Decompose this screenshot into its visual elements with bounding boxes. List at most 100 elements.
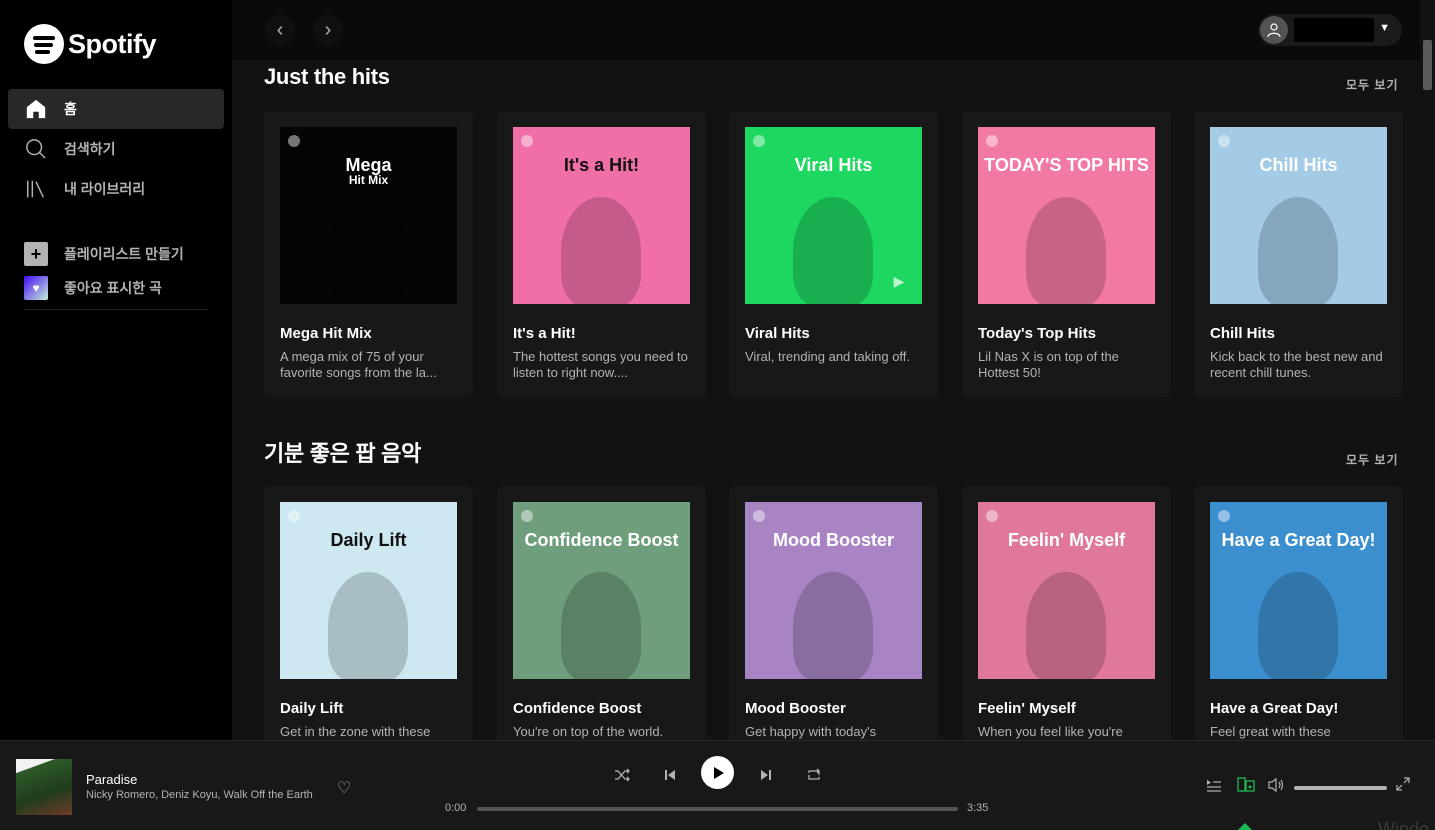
shuffle-button[interactable]: [610, 763, 634, 787]
spotify-badge-icon: [986, 135, 998, 147]
playlist-cover[interactable]: It's a Hit!: [513, 127, 690, 304]
playlist-card[interactable]: It's a Hit! It's a Hit! The hottest songs …: [497, 111, 706, 397]
user-menu-button[interactable]: ▼: [1258, 14, 1402, 46]
caret-down-icon: ▼: [1379, 22, 1390, 34]
connect-device-button[interactable]: [1237, 777, 1255, 796]
like-heart-icon[interactable]: ♡: [337, 778, 351, 798]
card-description: The hottest songs you need to listen to …: [513, 349, 688, 380]
card-title[interactable]: Today's Top Hits: [978, 325, 1096, 342]
progress-bar[interactable]: [477, 807, 958, 811]
card-title[interactable]: It's a Hit!: [513, 325, 576, 342]
album-art[interactable]: [16, 759, 72, 815]
volume-icon: [1268, 777, 1284, 793]
logo-text: Spotify: [68, 28, 157, 59]
playlist-cover[interactable]: Mood Booster: [745, 502, 922, 679]
sidebar-item-label: 홈: [64, 101, 77, 117]
see-all-link[interactable]: 모두 보기: [1346, 76, 1399, 93]
chevron-left-icon: ‹: [276, 18, 284, 41]
playlist-cover[interactable]: TODAY'S TOP HITS: [978, 127, 1155, 304]
card-play-button[interactable]: ▶: [879, 261, 919, 301]
see-all-link[interactable]: 모두 보기: [1346, 451, 1399, 468]
shuffle-icon: [615, 768, 630, 782]
cover-title: Confidence Boost: [524, 530, 679, 550]
card-title[interactable]: Mega Hit Mix: [280, 325, 372, 342]
previous-button[interactable]: [658, 763, 682, 787]
sidebar-nav: 홈 검색하기 내 라이브러리: [8, 89, 224, 209]
cover-figure: [1258, 572, 1338, 679]
playlist-cover[interactable]: Confidence Boost: [513, 502, 690, 679]
search-icon: [24, 137, 48, 161]
scrollbar-thumb[interactable]: [1423, 40, 1432, 90]
queue-icon: [1207, 780, 1221, 792]
create-playlist-button[interactable]: + 플레이리스트 만들기: [24, 237, 208, 271]
playlist-card[interactable]: Chill Hits Chill Hits Kick back to the bes…: [1194, 111, 1403, 397]
card-title[interactable]: Mood Booster: [745, 700, 846, 717]
playlist-card[interactable]: Have a Great Day! Have a Great Day! Feel g…: [1194, 486, 1403, 740]
card-description: Kick back to the best new and recent chi…: [1210, 349, 1383, 380]
playlist-card[interactable]: Daily Lift Daily Lift Get in the zone with…: [264, 486, 473, 740]
chevron-right-icon: ›: [324, 18, 332, 41]
forward-button[interactable]: ›: [312, 14, 344, 46]
cover-subtitle: Hit Mix: [348, 173, 389, 187]
track-title[interactable]: Paradise: [86, 772, 137, 787]
card-title[interactable]: Viral Hits: [745, 325, 810, 342]
card-title[interactable]: Have a Great Day!: [1210, 700, 1338, 717]
volume-slider[interactable]: [1294, 786, 1387, 790]
playlist-cover[interactable]: Have a Great Day!: [1210, 502, 1387, 679]
section-title: Just the hits: [264, 64, 390, 89]
play-button[interactable]: [701, 756, 734, 789]
playlist-card[interactable]: Mood Booster Mood Booster Get happy with t…: [729, 486, 938, 740]
card-description: Get happy with today's: [745, 724, 877, 739]
cover-title: Viral Hits: [794, 155, 873, 175]
plus-icon: +: [24, 242, 48, 266]
card-title[interactable]: Confidence Boost: [513, 700, 641, 717]
cover-title: Have a Great Day!: [1221, 530, 1376, 550]
user-avatar-icon: [1260, 16, 1288, 44]
sidebar-item-home[interactable]: 홈: [8, 89, 224, 129]
playlist-cover[interactable]: Chill Hits: [1210, 127, 1387, 304]
library-icon: [24, 177, 48, 201]
playlist-card[interactable]: Viral Hits ▶ Viral Hits Viral, trending and…: [729, 111, 938, 397]
sidebar-item-search[interactable]: 검색하기: [8, 129, 224, 169]
playlist-card[interactable]: Feelin' Myself Feelin' Myself When you fee…: [962, 486, 1171, 740]
queue-button[interactable]: [1206, 777, 1222, 796]
playlist-cover[interactable]: Mega Hit Mix: [280, 127, 457, 304]
playlist-cover[interactable]: Daily Lift: [280, 502, 457, 679]
cover-title: Chill Hits: [1259, 155, 1338, 175]
cover-title: TODAY'S TOP HITS: [984, 155, 1149, 175]
cover-figure: [1026, 572, 1106, 679]
heart-icon: ♥: [24, 276, 48, 300]
liked-songs-label: 좋아요 표시한 곡: [64, 280, 162, 296]
playlist-cover[interactable]: Viral Hits ▶: [745, 127, 922, 304]
card-title[interactable]: Daily Lift: [280, 700, 343, 717]
volume-button[interactable]: [1268, 777, 1286, 796]
spotify-logo[interactable]: Spotify: [24, 24, 157, 64]
active-device-indicator: [1237, 823, 1253, 830]
repeat-icon: [808, 768, 820, 780]
spotify-badge-icon: [288, 510, 300, 522]
spotify-badge-icon: [986, 510, 998, 522]
card-description: You're on top of the world.: [513, 724, 664, 739]
cover-figure: [793, 572, 873, 679]
card-title[interactable]: Feelin' Myself: [978, 700, 1076, 717]
back-button[interactable]: ‹: [264, 14, 296, 46]
sidebar-item-library[interactable]: 내 라이브러리: [8, 169, 224, 209]
devices-icon: [1237, 777, 1255, 792]
sidebar-actions: + 플레이리스트 만들기 ♥ 좋아요 표시한 곡: [24, 237, 208, 305]
spotify-badge-icon: [753, 135, 765, 147]
repeat-button[interactable]: [802, 763, 826, 787]
fullscreen-button[interactable]: [1396, 777, 1410, 794]
cover-figure: [561, 572, 641, 679]
next-button[interactable]: [754, 763, 778, 787]
card-description: Lil Nas X is on top of the Hottest 50!: [978, 349, 1119, 380]
playlist-card[interactable]: Confidence Boost Confidence Boost You're o…: [497, 486, 706, 740]
spotify-badge-icon: [521, 135, 533, 147]
track-artists[interactable]: Nicky Romero, Deniz Koyu, Walk Off the E…: [86, 789, 313, 801]
scrollbar[interactable]: [1420, 0, 1435, 740]
sidebar-divider: [24, 309, 208, 310]
card-title[interactable]: Chill Hits: [1210, 325, 1275, 342]
liked-songs-button[interactable]: ♥ 좋아요 표시한 곡: [24, 271, 208, 305]
playlist-card[interactable]: Mega Hit Mix Mega Hit Mix A mega mix of 75 …: [264, 111, 473, 397]
playlist-cover[interactable]: Feelin' Myself: [978, 502, 1155, 679]
playlist-card[interactable]: TODAY'S TOP HITS Today's Top Hits Lil Nas …: [962, 111, 1171, 397]
